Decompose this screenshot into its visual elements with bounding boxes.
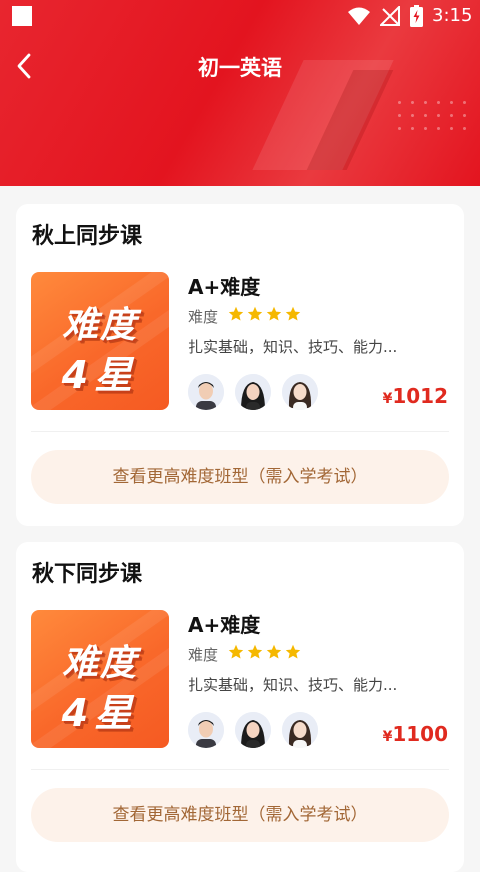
course-price: ¥1012 xyxy=(383,384,448,408)
course-thumbnail[interactable]: 难度 4星 xyxy=(31,610,169,748)
teacher-avatar[interactable] xyxy=(282,374,318,410)
thumb-text-line1: 难度 xyxy=(61,643,138,684)
teacher-avatar[interactable] xyxy=(188,712,224,748)
signal-off-icon xyxy=(380,6,400,26)
view-higher-difficulty-button[interactable]: 查看更高难度班型（需入学考试） xyxy=(31,450,449,504)
course-thumbnail[interactable]: 难度 4星 xyxy=(31,272,169,410)
view-higher-difficulty-button[interactable]: 查看更高难度班型（需入学考试） xyxy=(31,788,449,842)
divider xyxy=(31,769,449,770)
status-time: 3:15 xyxy=(432,5,473,26)
teacher-avatar[interactable] xyxy=(188,374,224,410)
header-dot-pattern xyxy=(393,96,473,136)
price-value: 1012 xyxy=(392,384,448,408)
teacher-avatars xyxy=(188,712,318,748)
course-description: 扎实基础，知识、技巧、能力... xyxy=(188,338,398,356)
page-title: 初一英语 xyxy=(198,56,282,80)
thumb-text-line2: 4星 xyxy=(61,353,139,397)
course-name[interactable]: A+难度 xyxy=(188,609,260,638)
price-value: 1100 xyxy=(392,722,448,746)
section-title: 秋下同步课 xyxy=(32,562,143,587)
section-title: 秋上同步课 xyxy=(32,224,143,249)
course-section-card: 秋上同步课 难度 4星 A+难度 难度 扎实基础，知识、技巧、能力... ¥10… xyxy=(16,204,464,526)
star-icon xyxy=(266,306,282,321)
notification-icon xyxy=(12,6,32,26)
wifi-icon xyxy=(348,7,370,25)
course-description: 扎实基础，知识、技巧、能力... xyxy=(188,676,398,694)
status-bar: 3:15 xyxy=(0,0,480,32)
thumb-text-line1: 难度 xyxy=(61,305,138,346)
star-icon xyxy=(228,306,244,321)
star-icon xyxy=(285,306,301,321)
battery-charging-icon xyxy=(410,5,423,27)
course-name[interactable]: A+难度 xyxy=(188,271,260,300)
teacher-avatar[interactable] xyxy=(282,712,318,748)
teacher-avatars xyxy=(188,374,318,410)
difficulty-stars xyxy=(228,644,301,662)
divider xyxy=(31,431,449,432)
price-symbol: ¥ xyxy=(382,729,393,745)
teacher-avatar[interactable] xyxy=(235,712,271,748)
star-icon xyxy=(266,644,282,659)
star-icon xyxy=(285,644,301,659)
star-icon xyxy=(247,306,263,321)
course-section-card: 秋下同步课 难度 4星 A+难度 难度 扎实基础，知识、技巧、能力... ¥11… xyxy=(16,542,464,872)
star-icon xyxy=(228,644,244,659)
course-price: ¥1100 xyxy=(383,722,448,746)
price-symbol: ¥ xyxy=(382,391,393,407)
difficulty-label: 难度 xyxy=(188,308,219,326)
difficulty-label: 难度 xyxy=(188,646,219,664)
difficulty-stars xyxy=(228,306,301,324)
teacher-avatar[interactable] xyxy=(235,374,271,410)
thumb-text-line2: 4星 xyxy=(61,691,139,735)
star-icon xyxy=(247,644,263,659)
header-banner: 3:15 初一英语 xyxy=(0,0,480,186)
